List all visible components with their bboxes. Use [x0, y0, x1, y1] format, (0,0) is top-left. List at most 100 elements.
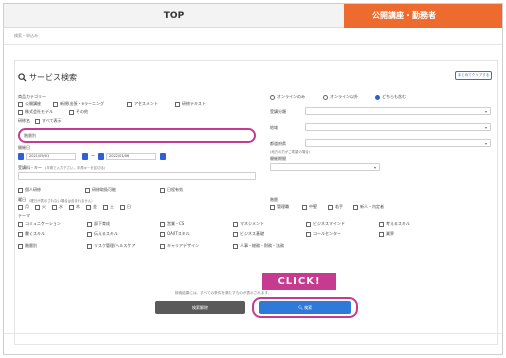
radio-dot[interactable] [270, 94, 275, 100]
checkbox-box[interactable] [306, 221, 311, 227]
checkbox-box[interactable] [18, 187, 23, 193]
theme-checkbox-5[interactable]: 考えるスキル [379, 221, 410, 227]
checkbox-box[interactable] [127, 101, 132, 107]
theme-checkbox-2[interactable]: 営業・CS [160, 221, 184, 227]
radio-dot[interactable] [323, 94, 328, 100]
checkbox-box[interactable] [328, 204, 333, 210]
theme-checkbox-1[interactable]: 部下育成 [87, 221, 110, 227]
search-button[interactable]: 🔍︎ 検索 [259, 301, 351, 314]
category-checkbox-4[interactable]: 株式会社モデル [18, 109, 53, 115]
flag-checkbox-1[interactable]: 研修取扱可能 [85, 187, 116, 193]
flag-checkbox-0[interactable]: 個人研修 [18, 187, 41, 193]
theme-checkbox-4[interactable]: ビジネスマインド [306, 221, 345, 227]
level-checkbox-3[interactable]: 新人・内定者 [353, 204, 384, 210]
offline-radio[interactable]: オンライン以外 [323, 94, 358, 100]
calendar-icon[interactable] [98, 152, 104, 160]
online-only-radio[interactable]: オンラインのみ [270, 94, 305, 100]
checkbox-box[interactable] [53, 101, 58, 107]
checkbox-box[interactable] [160, 221, 165, 227]
checkbox-box[interactable] [233, 231, 238, 237]
theme-checkbox-6[interactable]: 書くスキル [18, 231, 45, 237]
checkbox-box[interactable] [69, 109, 74, 115]
checkbox-box[interactable] [160, 243, 165, 249]
fee-input[interactable] [18, 172, 256, 180]
category-checkbox-5[interactable]: その他 [69, 109, 88, 115]
weekday-checkbox-mon[interactable]: 月 [18, 204, 29, 210]
theme-checkbox-9[interactable]: ビジネス基礎 [233, 231, 264, 237]
checkbox-box[interactable] [18, 221, 23, 227]
checkbox-box[interactable] [306, 231, 311, 237]
checkbox-box[interactable] [52, 204, 57, 210]
calendar-icon[interactable] [18, 152, 24, 160]
checkbox-box[interactable] [379, 221, 384, 227]
checkbox-box[interactable] [85, 187, 90, 193]
clear-all-button[interactable]: まとめてクリアする [455, 71, 492, 80]
duration-select[interactable]: ▾ [270, 163, 380, 171]
category-checkbox-1[interactable]: 新規(出張・eラーニング [53, 101, 104, 107]
weekday-checkbox-sun[interactable]: 日 [120, 204, 131, 210]
checkbox-box[interactable] [353, 204, 358, 210]
both-radio[interactable]: どちらも含む [375, 94, 406, 100]
checkbox-box[interactable] [35, 118, 40, 124]
checkbox-box[interactable] [18, 101, 23, 107]
theme-checkbox-10[interactable]: コールセンター [306, 231, 341, 237]
date-from-input[interactable]: 2021/09/01 [26, 152, 76, 160]
category-checkbox-2[interactable]: アセスメント [127, 101, 158, 107]
level-checkbox-1[interactable]: 中堅 [302, 204, 317, 210]
checkbox-box[interactable] [233, 221, 238, 227]
checkbox-box[interactable] [87, 243, 92, 249]
theme-checkbox-14[interactable]: キャリアデザイン [160, 243, 199, 249]
checkbox-box[interactable] [69, 204, 74, 210]
show-all-checkbox[interactable]: すべて表示 [35, 118, 62, 124]
keyword-input[interactable]: 階層別 [18, 128, 256, 143]
checkbox-box[interactable] [270, 204, 275, 210]
checkbox-box[interactable] [18, 231, 23, 237]
weekday-checkbox-thu[interactable]: 木 [69, 204, 80, 210]
checkbox-box[interactable] [233, 243, 238, 249]
category-checkbox-0[interactable]: 公開講座 [18, 101, 41, 107]
checkbox-box[interactable] [103, 204, 108, 210]
theme-checkbox-3[interactable]: マネジメント [233, 221, 264, 227]
category-checkbox-3[interactable]: 研修テキスト [175, 101, 206, 107]
checkbox-box[interactable] [160, 187, 165, 193]
radio-dot-selected[interactable] [375, 94, 380, 100]
checkbox-box[interactable] [160, 231, 165, 237]
checkbox-box[interactable] [87, 231, 92, 237]
checkbox-box[interactable] [87, 221, 92, 227]
theme-checkbox-15[interactable]: 人事・総務・財務・法務 [233, 243, 284, 249]
region-select[interactable]: ▾ [305, 123, 491, 131]
checkbox-box[interactable] [379, 231, 384, 237]
calendar-icon[interactable] [160, 152, 166, 160]
checkbox-box[interactable] [35, 204, 40, 210]
clear-search-button[interactable]: 検索解除 [155, 301, 245, 314]
theme-checkbox-12[interactable]: 階層別 [18, 243, 37, 249]
checkbox-box[interactable] [302, 204, 307, 210]
checkbox-label: 日程有効 [167, 187, 183, 192]
level-checkbox-2[interactable]: 若手 [328, 204, 343, 210]
genre-select[interactable]: ▾ [305, 107, 491, 115]
theme-checkbox-13[interactable]: リスク管理/ヘルスケア [87, 243, 135, 249]
checkbox-box[interactable] [18, 204, 23, 210]
checkbox-box[interactable] [175, 101, 180, 107]
date-to-input[interactable]: 2022/01/06 [106, 152, 156, 160]
calendar-icon[interactable] [82, 152, 88, 160]
checkbox-box[interactable] [18, 243, 23, 249]
theme-checkbox-7[interactable]: 伝えるスキル [87, 231, 118, 237]
theme-checkbox-11[interactable]: 業界 [379, 231, 394, 237]
weekday-checkbox-fri[interactable]: 金 [86, 204, 97, 210]
checkbox-box[interactable] [86, 204, 91, 210]
theme-checkbox-8[interactable]: OA/ITスキル [160, 231, 190, 237]
level-checkbox-0[interactable]: 管理職 [270, 204, 289, 210]
checkbox-box[interactable] [18, 109, 23, 115]
theme-checkbox-0[interactable]: コミュニケーション [18, 221, 61, 227]
weekday-checkbox-sat[interactable]: 土 [103, 204, 114, 210]
checkbox-box[interactable] [120, 204, 125, 210]
public-course-tab[interactable]: 公開講座・勤務者 [344, 4, 502, 28]
weekday-checkbox-tue[interactable]: 火 [35, 204, 46, 210]
checkbox-label: すべて表示 [42, 118, 62, 123]
flag-checkbox-2[interactable]: 日程有効 [160, 187, 183, 193]
weekday-checkbox-wed[interactable]: 水 [52, 204, 63, 210]
page-title[interactable]: TOP [4, 4, 344, 28]
search-heading-text: サービス検索 [29, 73, 77, 82]
pref-select[interactable]: ▾ [305, 139, 491, 147]
